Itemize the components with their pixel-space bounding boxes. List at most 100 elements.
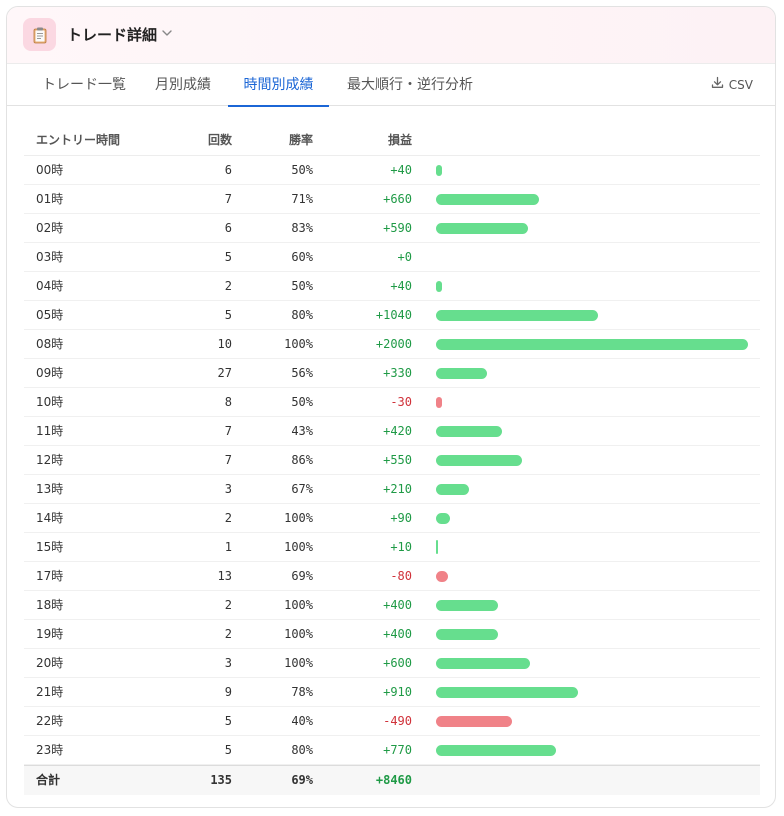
hour-cell: 21時: [36, 685, 64, 699]
hour-cell: 08時: [36, 337, 64, 351]
pnl-bar-cell: [436, 649, 752, 677]
win-rate-cell: 50%: [291, 163, 313, 177]
hour-cell: 18時: [36, 598, 64, 612]
pnl-bar: [436, 368, 488, 379]
table-row: 03時 5 60% +0: [24, 243, 760, 272]
table-row: 15時 1 100% +10: [24, 533, 760, 562]
tab-trade-list[interactable]: トレード一覧: [29, 64, 139, 106]
win-rate-cell: 83%: [291, 221, 313, 235]
pnl-cell: +1040: [375, 308, 412, 322]
pnl-bar-cell: [436, 678, 752, 706]
hour-cell: 09時: [36, 366, 64, 380]
count-cell: 1: [224, 540, 232, 554]
hour-cell: 01時: [36, 192, 64, 206]
pnl-bar: [436, 687, 578, 698]
win-rate-cell: 50%: [291, 395, 313, 409]
hour-cell: 15時: [36, 540, 64, 554]
win-rate-cell: 69%: [291, 569, 313, 583]
count-cell: 6: [224, 221, 232, 235]
hour-cell: 13時: [36, 482, 64, 496]
pnl-bar: [436, 513, 451, 524]
count-cell: 2: [224, 279, 232, 293]
hour-cell: 22時: [36, 714, 64, 728]
count-cell: 10: [217, 337, 232, 351]
win-rate-cell: 67%: [291, 482, 313, 496]
table-row: 19時 2 100% +400: [24, 620, 760, 649]
pnl-cell: +330: [383, 366, 412, 380]
pnl-cell: +2000: [375, 337, 412, 351]
count-cell: 2: [224, 598, 232, 612]
table-row: 20時 3 100% +600: [24, 649, 760, 678]
pnl-cell: +40: [390, 279, 412, 293]
pnl-bar-cell: [436, 736, 752, 764]
win-rate-cell: 71%: [291, 192, 313, 206]
count-cell: 6: [224, 163, 232, 177]
count-cell: 3: [224, 656, 232, 670]
hour-cell: 05時: [36, 308, 64, 322]
hour-cell: 10時: [36, 395, 64, 409]
win-rate-cell: 60%: [291, 250, 313, 264]
win-rate-cell: 100%: [284, 540, 313, 554]
csv-download-button[interactable]: CSV: [711, 64, 753, 106]
win-rate-cell: 86%: [291, 453, 313, 467]
tab-monthly[interactable]: 月別成績: [147, 64, 219, 106]
pnl-bar-cell: [436, 214, 752, 242]
table-row: 14時 2 100% +90: [24, 504, 760, 533]
pnl-bar-cell: [436, 620, 752, 648]
tab-hourly[interactable]: 時間別成績: [228, 64, 329, 107]
count-cell: 5: [224, 743, 232, 757]
pnl-bar: [436, 571, 449, 582]
hour-cell: 12時: [36, 453, 64, 467]
hour-cell: 20時: [36, 656, 64, 670]
table-row: 12時 7 86% +550: [24, 446, 760, 475]
count-cell: 2: [224, 511, 232, 525]
col-win-rate: 勝率: [288, 133, 313, 147]
table-row: 21時 9 78% +910: [24, 678, 760, 707]
total-row: 合計 135 69% +8460: [24, 765, 760, 795]
pnl-cell: +420: [383, 424, 412, 438]
total-label: 合計: [36, 773, 61, 787]
hour-cell: 11時: [36, 424, 64, 438]
table-row: 04時 2 50% +40: [24, 272, 760, 301]
win-rate-cell: 100%: [284, 598, 313, 612]
count-cell: 5: [224, 308, 232, 322]
pnl-bar: [436, 165, 443, 176]
pnl-bar: [436, 455, 522, 466]
pnl-bar-cell: [436, 330, 752, 358]
count-cell: 5: [224, 714, 232, 728]
tab-mfe-mae-analysis[interactable]: 最大順行・逆行分析: [340, 64, 480, 106]
pnl-cell: -30: [390, 395, 412, 409]
win-rate-cell: 100%: [284, 511, 313, 525]
pnl-cell: +590: [383, 221, 412, 235]
table-body: 00時 6 50% +40 01時 7 71% +660 02時 6 83% +590 03時 5 60% +…: [24, 156, 760, 765]
table-row: 13時 3 67% +210: [24, 475, 760, 504]
count-cell: 9: [224, 685, 232, 699]
count-cell: 7: [224, 424, 232, 438]
table-row: 05時 5 80% +1040: [24, 301, 760, 330]
pnl-bar: [436, 745, 557, 756]
hour-cell: 23時: [36, 743, 64, 757]
pnl-bar: [436, 600, 499, 611]
pnl-bar-cell: [436, 446, 752, 474]
hour-cell: 03時: [36, 250, 64, 264]
pnl-cell: +910: [383, 685, 412, 699]
count-cell: 8: [224, 395, 232, 409]
hour-cell: 17時: [36, 569, 64, 583]
col-pnl: 損益: [387, 133, 412, 147]
pnl-cell: +660: [383, 192, 412, 206]
pnl-bar-cell: [436, 562, 752, 590]
win-rate-cell: 80%: [291, 743, 313, 757]
win-rate-cell: 100%: [284, 337, 313, 351]
pnl-bar: [436, 310, 599, 321]
page-title: トレード詳細: [67, 26, 158, 44]
table-row: 08時 10 100% +2000: [24, 330, 760, 359]
win-rate-cell: 100%: [284, 656, 313, 670]
pnl-cell: -80: [390, 569, 412, 583]
count-cell: 13: [217, 569, 232, 583]
total-win-rate: 69%: [291, 773, 313, 787]
total-count: 135: [210, 773, 232, 787]
chevron-down-icon[interactable]: [159, 25, 175, 41]
pnl-cell: +90: [390, 511, 412, 525]
pnl-bar: [436, 194, 539, 205]
count-cell: 2: [224, 627, 232, 641]
